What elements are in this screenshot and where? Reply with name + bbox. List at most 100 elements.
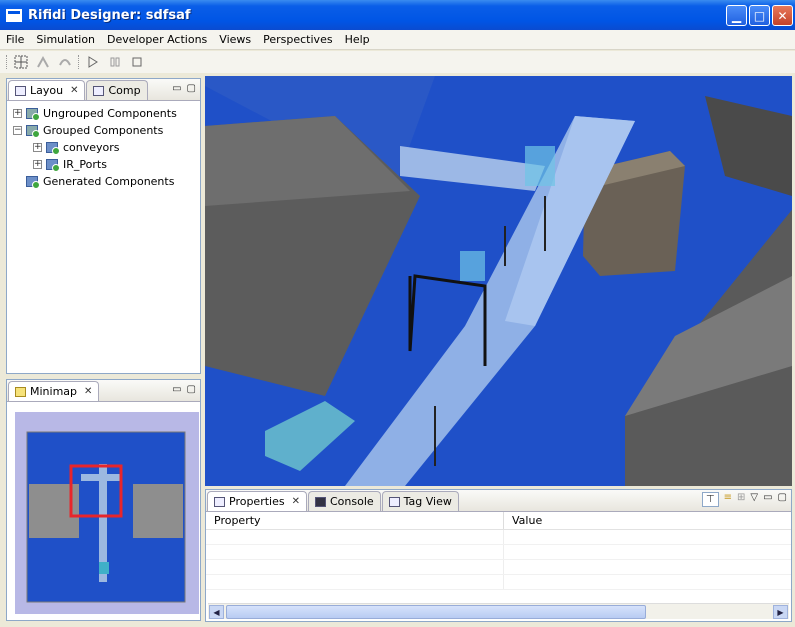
filter-advanced-icon[interactable]: ≡: [724, 492, 732, 507]
tree-item-label: conveyors: [63, 141, 120, 154]
tab-tag-view[interactable]: Tag View: [381, 491, 459, 511]
tree-item-label: Generated Components: [43, 175, 175, 188]
expand-icon[interactable]: +: [33, 143, 42, 152]
tree-item-ungrouped[interactable]: + Ungrouped Components: [13, 105, 200, 122]
rotate-right-glyph: [59, 59, 71, 66]
expand-icon[interactable]: +: [33, 160, 42, 169]
minimize-icon[interactable]: ▭: [172, 384, 181, 395]
table-row: [206, 530, 791, 545]
rotate-left-icon[interactable]: [34, 53, 52, 71]
scrollbar-thumb[interactable]: [226, 605, 646, 619]
tag-view-icon: [388, 496, 400, 507]
group-icon: [46, 159, 60, 172]
properties-table-body: [206, 530, 791, 590]
table-row: [206, 560, 791, 575]
panel-controls: ▭ ▢: [172, 384, 196, 395]
tab-minimap-label: Minimap: [30, 385, 78, 398]
component-tree: + Ungrouped Components − Grouped Compone…: [7, 101, 200, 190]
cell-property: [206, 575, 504, 589]
show-categories-icon[interactable]: ⊤: [701, 492, 719, 507]
tree-item-grouped[interactable]: − Grouped Components: [13, 122, 200, 139]
cell-property: [206, 530, 504, 544]
properties-table-header: Property Value: [206, 512, 791, 530]
play-icon[interactable]: [84, 53, 102, 71]
tab-tag-view-label: Tag View: [403, 495, 452, 508]
close-button[interactable]: ✕: [772, 5, 793, 26]
rotate-right-icon[interactable]: [56, 53, 74, 71]
tree-item-label: IR_Ports: [63, 158, 107, 171]
menu-developer-actions[interactable]: Developer Actions: [101, 33, 213, 46]
group-icon: [46, 142, 60, 155]
minimap-icon: [15, 386, 26, 397]
minimap-view[interactable]: [15, 412, 199, 614]
maximize-icon[interactable]: ▢: [778, 492, 787, 507]
view-menu-icon[interactable]: ▽: [750, 492, 758, 507]
stop-glyph: [132, 57, 142, 67]
tree-item-label: Ungrouped Components: [43, 107, 177, 120]
menu-file[interactable]: File: [0, 33, 30, 46]
expand-icon[interactable]: +: [13, 109, 22, 118]
minimap-render: [26, 431, 186, 603]
tab-properties[interactable]: Properties ✕: [207, 491, 307, 511]
title-bar: Rifidi Designer: sdfsaf ▁ □ ✕: [0, 0, 795, 30]
maximize-icon[interactable]: ▢: [187, 384, 196, 395]
toolbar-separator: [78, 55, 80, 69]
maximize-icon[interactable]: ▢: [187, 83, 196, 94]
tab-properties-label: Properties: [229, 495, 285, 508]
close-icon[interactable]: ✕: [70, 85, 78, 96]
grid-icon-glyph: [14, 55, 28, 69]
app-icon: [6, 8, 22, 22]
layout-icon: [15, 85, 26, 96]
minimap-tabbar: Minimap ✕ ▭ ▢: [7, 380, 200, 402]
column-property[interactable]: Property: [206, 512, 504, 529]
tree-item-conveyors[interactable]: + conveyors: [13, 139, 200, 156]
layout-panel: Layou ✕ Comp ▭ ▢ + Ungrouped Components …: [6, 78, 201, 374]
tree-item-ir-ports[interactable]: + IR_Ports: [13, 156, 200, 173]
stop-icon[interactable]: [128, 53, 146, 71]
tab-console-label: Console: [329, 495, 374, 508]
minimize-icon[interactable]: ▭: [763, 492, 772, 507]
toolbar: [0, 51, 795, 73]
console-icon: [314, 496, 326, 507]
menu-perspectives[interactable]: Perspectives: [257, 33, 338, 46]
grid-icon[interactable]: [12, 53, 30, 71]
3d-viewport[interactable]: [205, 76, 792, 486]
play-glyph: [88, 56, 98, 68]
panel-controls: ⊤ ≡ ⊞ ▽ ▭ ▢: [701, 492, 787, 507]
grouped-icon: [26, 125, 40, 138]
tab-components[interactable]: Comp: [86, 80, 148, 100]
tab-console[interactable]: Console: [307, 491, 381, 511]
window-title: Rifidi Designer: sdfsaf: [28, 7, 191, 23]
column-value[interactable]: Value: [504, 512, 542, 529]
tab-minimap[interactable]: Minimap ✕: [8, 381, 100, 401]
tree-item-generated[interactable]: Generated Components: [13, 173, 200, 190]
rotate-left-glyph: [37, 55, 49, 68]
properties-panel: Properties ✕ Console Tag View ⊤ ≡ ⊞ ▽ ▭ …: [205, 489, 792, 622]
horizontal-scrollbar[interactable]: ◀ ▶: [208, 603, 789, 619]
pause-icon[interactable]: [106, 53, 124, 71]
minimap-panel: Minimap ✕ ▭ ▢: [6, 379, 201, 621]
pause-glyph: [110, 57, 120, 67]
table-row: [206, 575, 791, 590]
tab-layout[interactable]: Layou ✕: [8, 80, 86, 100]
close-icon[interactable]: ✕: [292, 496, 300, 507]
menu-bar: File Simulation Developer Actions Views …: [0, 30, 795, 50]
minimize-icon[interactable]: ▭: [172, 83, 181, 94]
cell-property: [206, 560, 504, 574]
cell-property: [206, 545, 504, 559]
collapse-icon[interactable]: −: [13, 126, 22, 135]
components-icon: [93, 85, 105, 96]
menu-help[interactable]: Help: [339, 33, 376, 46]
close-icon[interactable]: ✕: [84, 386, 92, 397]
bottom-tabbar: Properties ✕ Console Tag View ⊤ ≡ ⊞ ▽ ▭ …: [206, 490, 791, 512]
scroll-right-icon[interactable]: ▶: [773, 605, 788, 619]
ungrouped-icon: [26, 108, 40, 121]
properties-icon: [214, 496, 225, 507]
menu-simulation[interactable]: Simulation: [30, 33, 101, 46]
minimize-button[interactable]: ▁: [726, 5, 747, 26]
restore-default-icon[interactable]: ⊞: [737, 492, 745, 507]
scroll-left-icon[interactable]: ◀: [209, 605, 224, 619]
maximize-button[interactable]: □: [749, 5, 770, 26]
layout-tabbar: Layou ✕ Comp ▭ ▢: [7, 79, 200, 101]
menu-views[interactable]: Views: [213, 33, 257, 46]
